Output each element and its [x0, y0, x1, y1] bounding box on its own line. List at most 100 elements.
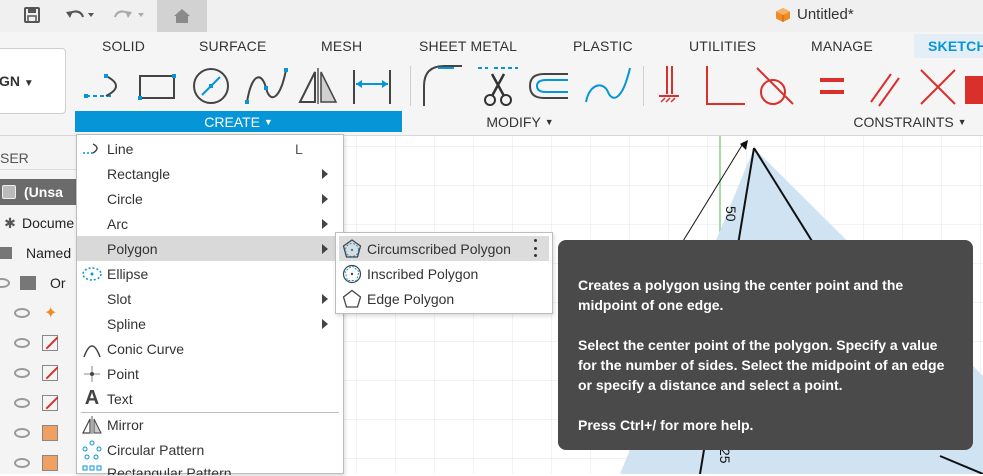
tab-sketch[interactable]: SKETCH — [914, 34, 983, 58]
parallel-constraint-icon[interactable] — [870, 73, 900, 107]
ribbon: GN ▼ SOLID SURFACE MESH SHEET METAL PLAS… — [0, 32, 983, 136]
menu-item-mirror[interactable]: Mirror — [77, 412, 343, 437]
menu-item-polygon[interactable]: Polygon — [77, 236, 343, 261]
perpendicular-constraint-icon[interactable] — [706, 66, 745, 105]
create-dropdown-menu: Line L Rectangle Circle Arc Polygon Elli… — [76, 134, 344, 475]
tree-row-sketch[interactable] — [0, 390, 80, 416]
mirror-tool-icon[interactable] — [298, 68, 338, 104]
command-tooltip: Creates a polygon using the center point… — [558, 240, 973, 450]
tab-surface[interactable]: SURFACE — [199, 38, 267, 54]
constraints-group-button[interactable]: CONSTRAINTS ▼ — [830, 111, 983, 132]
eye-icon — [14, 398, 30, 408]
menu-item-rectangle[interactable]: Rectangle — [77, 161, 343, 186]
ellipse-icon — [81, 263, 103, 285]
modify-group-button[interactable]: MODIFY ▼ — [455, 111, 585, 132]
tree-row-document-settings[interactable]: ✱ Docume — [0, 210, 80, 236]
undo-icon[interactable] — [62, 3, 98, 27]
tree-row-sketch[interactable] — [0, 330, 80, 356]
tab-utilities[interactable]: UTILITIES — [689, 38, 756, 54]
tab-manage[interactable]: MANAGE — [811, 38, 873, 54]
submenu-arrow-icon — [322, 243, 328, 254]
component-icon — [2, 185, 16, 199]
circumscribed-polygon-icon — [342, 238, 362, 259]
rectangle-tool-icon[interactable] — [138, 74, 176, 100]
gear-icon: ✱ — [4, 214, 16, 231]
document-title-text: Untitled* — [797, 6, 854, 23]
create-group-button[interactable]: CREATE ▼ — [75, 111, 402, 132]
title-bar: Untitled* — [0, 0, 983, 32]
folder-icon — [20, 276, 36, 290]
tangent-constraint-icon[interactable] — [756, 67, 794, 105]
body-icon — [42, 425, 58, 441]
tree-row-origin-point[interactable]: ✦ — [0, 300, 80, 326]
chevron-down-icon: ▼ — [957, 116, 967, 127]
submenu-arrow-icon — [322, 193, 328, 204]
submenu-arrow-icon — [322, 318, 328, 329]
submenu-arrow-icon — [322, 293, 328, 304]
submenu-item-edge-polygon[interactable]: Edge Polygon — [339, 286, 549, 311]
dimension-label-top[interactable]: 50 — [723, 206, 739, 222]
offset-tool-icon[interactable] — [528, 73, 568, 99]
tree-row-named-views[interactable]: Named — [0, 240, 80, 266]
document-cube-icon — [776, 7, 790, 22]
create-tools — [84, 68, 391, 104]
sketch-icon — [42, 335, 59, 351]
menu-item-circular-pattern[interactable]: Circular Pattern — [77, 437, 343, 462]
more-options-icon[interactable] — [532, 239, 538, 257]
ribbon-separator — [643, 66, 644, 106]
equal-constraint-icon[interactable] — [820, 78, 844, 94]
menu-item-slot[interactable]: Slot — [77, 286, 343, 311]
tree-row-root[interactable]: (Unsa — [0, 179, 80, 205]
menu-item-line[interactable]: Line L — [77, 136, 343, 161]
tree-row-origin[interactable]: Or — [0, 270, 80, 296]
menu-item-spline[interactable]: Spline — [77, 311, 343, 336]
circular-pattern-icon — [81, 439, 103, 461]
menu-item-text[interactable]: A Text — [77, 386, 343, 411]
menu-item-point[interactable]: Point — [77, 361, 343, 386]
fillet-tool-icon[interactable] — [423, 65, 462, 106]
ribbon-separator — [410, 66, 411, 106]
menu-item-ellipse[interactable]: Ellipse — [77, 261, 343, 286]
tree-row-sketch[interactable] — [0, 360, 80, 386]
text-icon: A — [84, 387, 100, 409]
submenu-item-circumscribed-polygon[interactable]: Circumscribed Polygon — [339, 236, 549, 261]
tab-sheet-metal[interactable]: SHEET METAL — [419, 38, 517, 54]
browser-panel: SER (Unsa ✱ Docume Named Or ✦ — [0, 136, 80, 474]
chevron-down-icon: ▼ — [544, 116, 554, 127]
dimension-tool-icon[interactable] — [353, 70, 391, 104]
circle-tool-icon[interactable] — [193, 68, 229, 104]
tab-plastic[interactable]: PLASTIC — [573, 38, 633, 54]
document-title: Untitled* — [775, 6, 854, 23]
menu-item-arc[interactable]: Arc — [77, 211, 343, 236]
menu-item-rectangular-pattern[interactable]: Rectangular Pattern — [77, 462, 343, 475]
tooltip-description: Creates a polygon using the center point… — [578, 277, 904, 313]
menu-item-circle[interactable]: Circle — [77, 186, 343, 211]
home-button[interactable] — [157, 0, 207, 32]
trim-tool-icon[interactable] — [478, 67, 518, 106]
edge-polygon-icon — [342, 289, 362, 309]
line-tool-icon[interactable] — [84, 74, 117, 98]
submenu-arrow-icon — [322, 218, 328, 229]
menu-item-conic-curve[interactable]: Conic Curve — [77, 336, 343, 361]
tab-solid[interactable]: SOLID — [102, 38, 145, 54]
save-icon[interactable] — [20, 3, 44, 27]
spline-tool-icon[interactable] — [245, 68, 288, 104]
redo-icon[interactable] — [110, 3, 150, 27]
eye-icon — [14, 368, 30, 378]
fix-constraint-icon[interactable] — [659, 66, 679, 103]
submenu-item-inscribed-polygon[interactable]: Inscribed Polygon — [339, 261, 549, 286]
conic-curve-icon — [81, 338, 103, 360]
rectangular-pattern-icon — [81, 462, 103, 475]
dimension-label-bottom[interactable]: 25 — [717, 448, 733, 464]
tree-row-body[interactable] — [0, 450, 80, 476]
tree-row-body[interactable] — [0, 420, 80, 446]
workspace-label: GN ▼ — [0, 73, 34, 89]
constraint-tools — [659, 66, 983, 107]
workspace-switcher[interactable]: GN ▼ — [0, 48, 66, 114]
eye-icon — [14, 308, 30, 318]
eye-icon — [14, 458, 30, 468]
polygon-submenu: Circumscribed Polygon Inscribed Polygon … — [335, 232, 553, 314]
coincident-constraint-icon[interactable] — [920, 69, 983, 105]
spline-modify-icon[interactable] — [585, 67, 631, 103]
tab-mesh[interactable]: MESH — [321, 38, 362, 54]
